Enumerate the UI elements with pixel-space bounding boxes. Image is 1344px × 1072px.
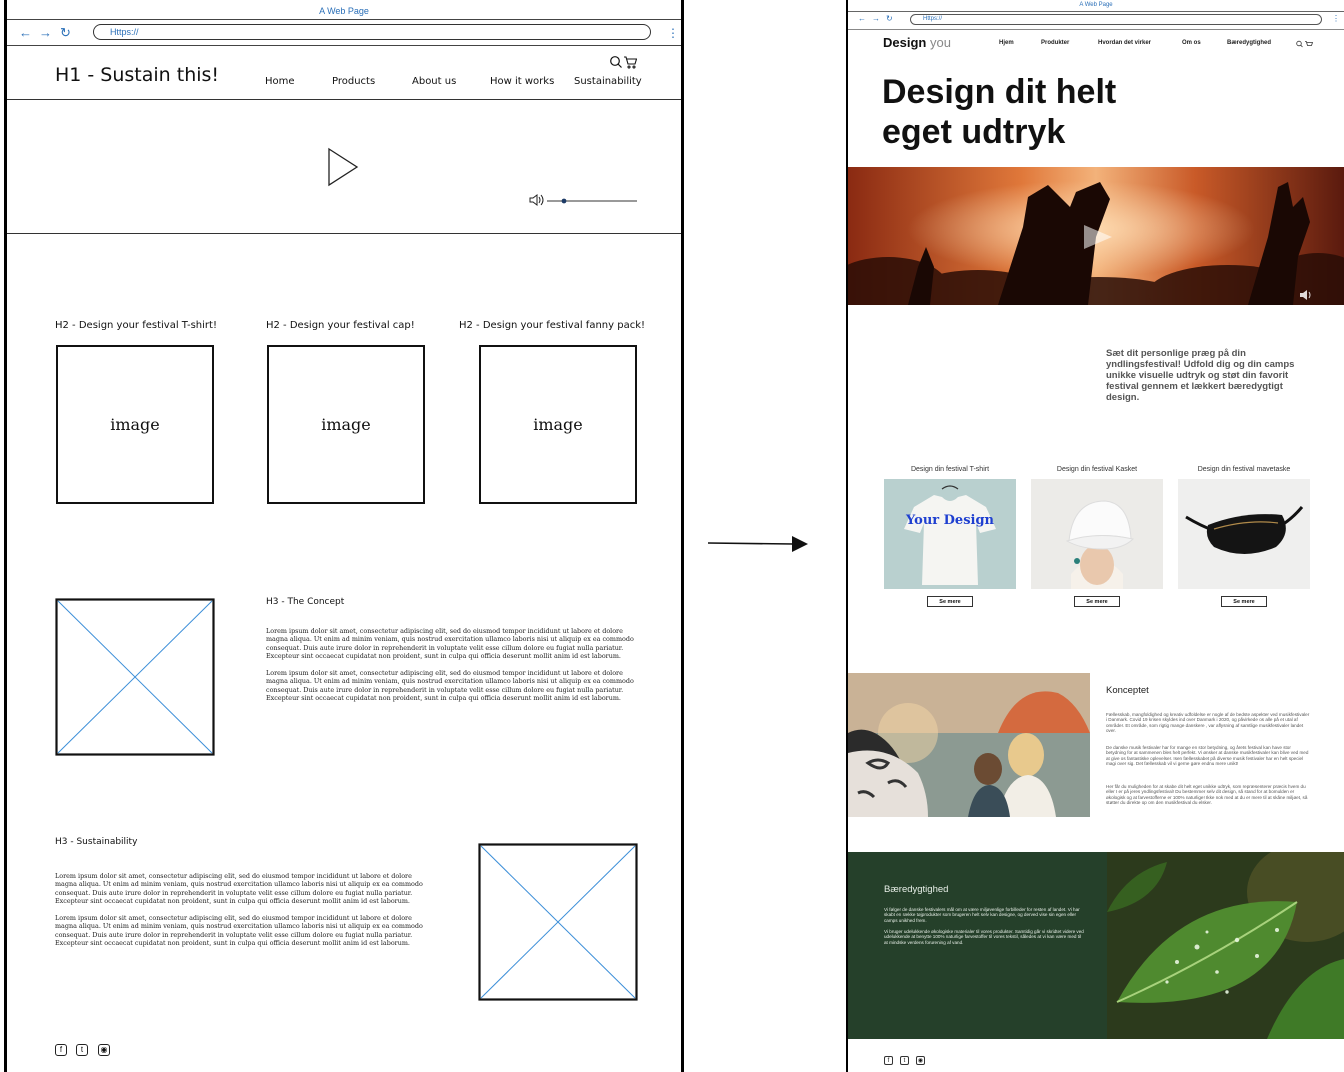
search-icon [610,56,622,68]
instagram-icon[interactable]: ◉ [916,1056,925,1065]
wire-divider [7,99,681,100]
leaf-image [1107,852,1344,1039]
product-title: Design din festival Kasket [1056,466,1138,473]
see-more-button[interactable]: Se mere [1074,596,1120,607]
sustainability-heading: Bæredygtighed [884,884,949,895]
sustainability-panel: Bæredygtighed Vi følger de danske festiv… [848,852,1107,1039]
wire-url-bar[interactable]: Https:// [93,24,651,40]
reload-icon[interactable]: ↻ [60,25,71,41]
mock-menu-products[interactable]: Produkter [1041,40,1069,46]
cart-icon [624,56,637,69]
wire-image-placeholder: image [56,345,214,504]
forward-arrow-icon[interactable]: → [872,14,880,23]
wire-concept-heading: H3 - The Concept [266,597,345,607]
concept-heading: Konceptet [1106,685,1149,696]
mock-browser-title: A Web Page [1079,2,1113,8]
twitter-icon[interactable]: t [76,1044,88,1056]
mock-divider [848,11,1344,12]
wire-image-placeholder: image [267,345,425,504]
sustainability-paragraph: Vi følger de danske festivalers mål om a… [884,907,1080,923]
twitter-icon[interactable]: t [900,1056,909,1065]
product-title: Design din festival mavetaske [1197,466,1291,473]
forward-arrow-icon[interactable]: → [39,25,52,40]
wire-concept-paragraph: Lorem ipsum dolor sit amet, consectetur … [266,627,634,661]
wire-product-heading: H2 - Design your festival T-shirt! [55,320,217,331]
kebab-menu-icon[interactable]: ⋮ [1332,14,1340,23]
speaker-icon [529,194,544,206]
facebook-icon[interactable]: f [884,1056,893,1065]
hero-video[interactable] [848,167,1344,305]
wire-divider [7,233,681,234]
wire-concept-paragraph: Lorem ipsum dolor sit amet, consectetur … [266,669,634,703]
mock-menu-home[interactable]: Hjem [999,40,1014,46]
back-arrow-icon[interactable]: ← [19,25,32,40]
instagram-icon[interactable]: ◉ [98,1044,110,1056]
wire-product-heading: H2 - Design your festival fanny pack! [459,320,645,331]
cap-image [1031,479,1163,589]
wire-product-heading: H2 - Design your festival cap! [266,320,415,331]
wire-menu-about[interactable]: About us [412,76,456,87]
cart-icon [1305,41,1314,46]
wire-divider [7,19,681,20]
facebook-icon[interactable]: f [55,1044,67,1056]
mock-url-text: Https:// [923,16,943,22]
tshirt-image: Your Design [884,479,1016,589]
volume-knob [561,198,567,204]
mock-url-bar[interactable]: Https:// [910,14,1322,25]
mock-search-cart-icons[interactable] [1296,40,1314,48]
hero-title: Design dit helt eget udtryk [882,72,1116,152]
wire-sustainability-paragraph: Lorem ipsum dolor sit amet, consectetur … [55,914,423,948]
logo-main: Design [883,35,927,50]
logo-sub: you [929,35,951,50]
intro-text: Sæt dit personlige præg på din yndlingsf… [1106,348,1295,403]
back-arrow-icon[interactable]: ← [858,14,866,23]
product-title: Design din festival T-shirt [910,466,990,473]
wire-crossed-image-placeholder [55,598,215,756]
concept-paragraph: De danske musik festivaler har for mange… [1106,745,1309,766]
wire-crossed-image-placeholder [478,843,638,1001]
hero-title-line: Design dit helt [882,73,1117,111]
sustainability-paragraph: Vi bruger udelukkende økologiske materia… [884,929,1084,945]
wire-divider [7,45,681,46]
mock-divider [848,29,1344,30]
wire-sustainability-paragraph: Lorem ipsum dolor sit amet, consectetur … [55,872,423,906]
mock-menu-sustainability[interactable]: Bæredygtighed [1227,40,1271,46]
tshirt-print-text: Your Design [905,513,995,528]
transition-arrow-icon [707,536,808,552]
concept-paragraph: Her får du muligheden for at skabe dit h… [1106,784,1308,805]
mockup-panel: A Web Page ← → ↻ Https:// ⋮ Design you H… [846,0,1344,1072]
mock-menu-how[interactable]: Hvordan det virker [1098,40,1151,46]
mock-menu-about[interactable]: Om os [1182,40,1201,46]
wire-menu-how[interactable]: How it works [490,76,554,87]
play-icon[interactable] [325,146,361,188]
wire-browser-title: A Web Page [319,6,369,16]
wire-site-title: H1 - Sustain this! [55,64,220,86]
fanny-pack-image [1178,479,1310,589]
wire-sustainability-heading: H3 - Sustainability [55,837,138,847]
search-icon [1296,40,1303,48]
wire-menu-products[interactable]: Products [332,76,375,87]
festival-crowd-image [848,673,1090,817]
wire-search-cart-icons[interactable] [609,55,637,69]
reload-icon[interactable]: ↻ [886,14,893,23]
wire-menu-sustainability[interactable]: Sustainability [574,76,642,87]
see-more-button[interactable]: Se mere [1221,596,1267,607]
mock-logo[interactable]: Design you [883,35,951,50]
see-more-button[interactable]: Se mere [927,596,973,607]
wire-image-placeholder: image [479,345,637,504]
concept-paragraph: Fællesskab, mangfoldighed og kreativ udf… [1106,712,1310,733]
wire-menu-home[interactable]: Home [265,76,295,87]
wireframe-panel: A Web Page ← → ↻ Https:// ⋮ H1 - Sustain… [4,0,684,1072]
volume-slider[interactable] [527,192,642,208]
kebab-menu-icon[interactable]: ⋮ [667,26,679,40]
hero-title-line: eget udtryk [882,113,1066,151]
wire-url-text: Https:// [110,27,139,37]
